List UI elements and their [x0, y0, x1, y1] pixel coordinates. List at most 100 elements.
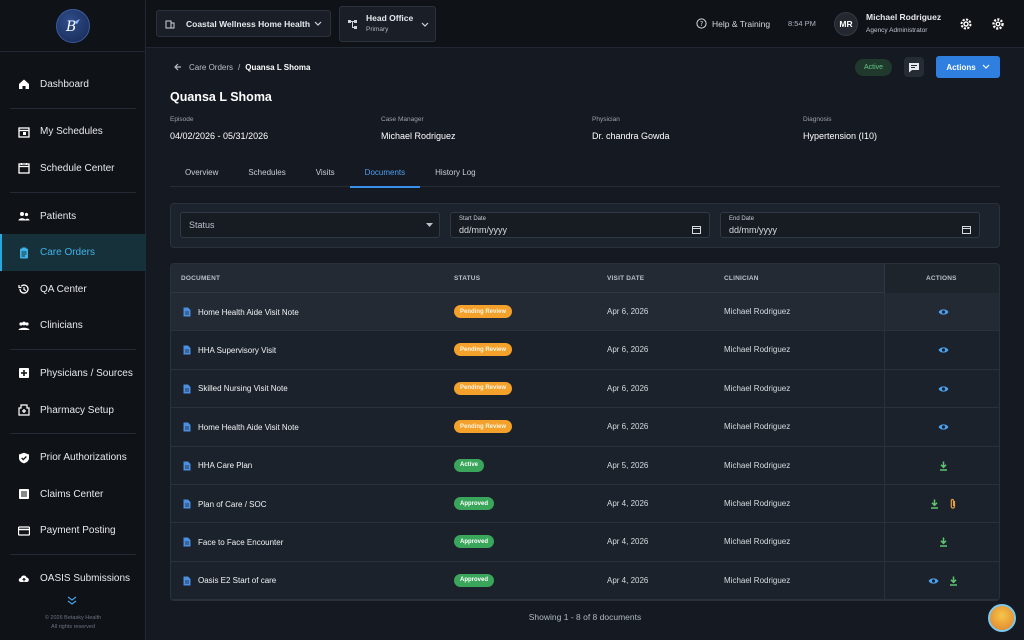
- sidebar-item-qa-center[interactable]: QA Center: [0, 271, 146, 308]
- row-actions: [884, 293, 999, 331]
- table-row[interactable]: Face to Face Encounter Approved Apr 4, 202…: [171, 523, 999, 562]
- clinician-cell: Michael Rodriguez: [724, 537, 791, 547]
- document-cell[interactable]: Home Health Aide Visit Note: [183, 422, 299, 432]
- sidebar-item-payment-posting[interactable]: Payment Posting: [0, 513, 146, 550]
- visit-date-cell: Apr 6, 2026: [607, 422, 649, 432]
- view-eye-icon[interactable]: [938, 346, 949, 354]
- status-select[interactable]: Status: [180, 212, 440, 238]
- dropdown-caret-icon: [426, 223, 433, 227]
- document-cell[interactable]: HHA Supervisory Visit: [183, 345, 276, 355]
- document-cell[interactable]: Face to Face Encounter: [183, 537, 283, 547]
- visit-date-cell: Apr 4, 2026: [607, 537, 649, 547]
- view-eye-icon[interactable]: [938, 385, 949, 393]
- status-pill: Pending Review: [454, 420, 513, 434]
- table-row[interactable]: Home Health Aide Visit Note Pending Revie…: [171, 293, 999, 332]
- svg-text:B: B: [65, 19, 76, 35]
- tab-documents[interactable]: Documents: [349, 158, 421, 188]
- document-cell[interactable]: Home Health Aide Visit Note: [183, 307, 299, 317]
- table-header: DOCUMENT STATUS VISIT DATE CLINICIAN ACT…: [171, 264, 999, 293]
- settings-gear-icon[interactable]: [990, 16, 1006, 32]
- view-eye-icon[interactable]: [928, 577, 939, 585]
- document-cell[interactable]: Plan of Care / SOC: [183, 499, 266, 509]
- start-date-label: Start Date: [459, 216, 487, 222]
- diagnosis-info: Diagnosis Hypertension (I10): [803, 116, 877, 141]
- document-file-icon: [183, 345, 191, 355]
- sidebar-item-my-schedules[interactable]: My Schedules: [0, 114, 146, 151]
- breadcrumb-parent-link[interactable]: Care Orders: [189, 63, 233, 72]
- table-row[interactable]: Oasis E2 Start of care Approved Apr 4, 202…: [171, 561, 999, 600]
- document-cell[interactable]: Oasis E2 Start of care: [183, 576, 276, 586]
- status-pill: Active: [454, 458, 485, 472]
- brand-logo[interactable]: B: [55, 8, 90, 43]
- clinician-cell: Michael Rodriguez: [724, 499, 791, 508]
- messages-button[interactable]: [904, 57, 924, 77]
- download-icon[interactable]: [949, 576, 958, 586]
- svg-text:?: ?: [700, 20, 704, 28]
- download-icon[interactable]: [939, 461, 948, 471]
- table-row[interactable]: Home Health Aide Visit Note Pending Revie…: [171, 408, 999, 447]
- sidebar-item-patients[interactable]: Patients: [0, 198, 146, 235]
- col-status[interactable]: STATUS: [454, 275, 480, 282]
- calendar-icon[interactable]: [692, 225, 701, 234]
- office-selector[interactable]: Head Office Primary: [339, 6, 436, 42]
- nav-divider: [10, 433, 136, 435]
- preferences-gear-icon[interactable]: [958, 16, 974, 32]
- clinician-cell: Michael Rodriguez: [724, 345, 791, 355]
- sidebar-expand-icon[interactable]: [66, 596, 78, 606]
- view-eye-icon[interactable]: [938, 423, 949, 431]
- col-document[interactable]: DOCUMENT: [181, 275, 220, 282]
- user-name: Michael Rodriguez: [866, 12, 942, 22]
- sidebar-item-label: Care Orders: [40, 247, 96, 259]
- sidebar-item-oasis-submissions[interactable]: OASIS Submissions: [0, 560, 146, 597]
- attachment-icon[interactable]: [949, 498, 957, 510]
- sidebar-item-clinicians[interactable]: Clinicians: [0, 308, 146, 345]
- actions-dropdown-button[interactable]: Actions: [936, 56, 1000, 78]
- clinician-cell: Michael Rodriguez: [724, 307, 791, 316]
- physician-value: Dr. chandra Gowda: [592, 131, 670, 141]
- document-name: Skilled Nursing Visit Note: [198, 384, 288, 394]
- nav-divider: [10, 191, 136, 193]
- sidebar-item-claims-center[interactable]: Claims Center: [0, 476, 146, 513]
- col-actions: ACTIONS: [926, 275, 957, 282]
- assistant-fab-button[interactable]: [988, 604, 1016, 632]
- sidebar-item-care-orders[interactable]: Care Orders: [0, 234, 146, 271]
- document-cell[interactable]: HHA Care Plan: [183, 461, 252, 471]
- filter-bar: Status Start Date dd/mm/yyyy End Date dd…: [170, 203, 1000, 248]
- pharmacy-icon: [18, 404, 30, 416]
- sidebar-item-dashboard[interactable]: Dashboard: [0, 66, 146, 103]
- download-icon[interactable]: [939, 537, 948, 548]
- sidebar-item-pharmacy-setup[interactable]: Pharmacy Setup: [0, 392, 146, 429]
- col-clinician[interactable]: CLINICIAN: [724, 275, 759, 282]
- sidebar-item-prior-authorizations[interactable]: Prior Authorizations: [0, 439, 146, 476]
- cloud-upload-icon: [18, 572, 30, 584]
- end-date-input[interactable]: End Date dd/mm/yyyy: [720, 212, 980, 238]
- users-icon: [18, 210, 30, 222]
- sidebar-item-schedule-center[interactable]: Schedule Center: [0, 150, 146, 187]
- view-eye-icon[interactable]: [938, 308, 949, 316]
- breadcrumb-current: Quansa L Shoma: [245, 62, 311, 72]
- start-date-input[interactable]: Start Date dd/mm/yyyy: [450, 212, 710, 238]
- tab-overview[interactable]: Overview: [170, 158, 233, 187]
- document-file-icon: [183, 422, 191, 432]
- status-placeholder: Status: [189, 220, 215, 230]
- physician-label: Physician: [592, 116, 620, 123]
- document-cell[interactable]: Skilled Nursing Visit Note: [183, 384, 288, 394]
- col-visit-date[interactable]: VISIT DATE: [607, 275, 644, 282]
- table-row[interactable]: HHA Care Plan Active Apr 5, 2026 Michael Ro…: [171, 446, 999, 485]
- help-training-link[interactable]: ? Help & Training: [696, 18, 770, 29]
- breadcrumb-separator: /: [238, 62, 241, 72]
- document-name: Plan of Care / SOC: [198, 499, 267, 509]
- tab-schedules[interactable]: Schedules: [233, 158, 300, 187]
- table-row[interactable]: Skilled Nursing Visit Note Pending Review…: [171, 369, 999, 409]
- tab-history-log[interactable]: History Log: [420, 158, 490, 187]
- tab-visits[interactable]: Visits: [301, 158, 350, 187]
- agency-selector[interactable]: Coastal Wellness Home Health: [156, 10, 331, 37]
- table-row[interactable]: Plan of Care / SOC Approved Apr 4, 2026 Mic…: [171, 485, 999, 524]
- page-title: Quansa L Shoma: [170, 90, 272, 104]
- table-row[interactable]: HHA Supervisory Visit Pending Review Apr 6…: [171, 331, 999, 370]
- calendar-icon[interactable]: [962, 225, 971, 234]
- back-arrow-icon[interactable]: [173, 62, 183, 72]
- sidebar-item-physicians-sources[interactable]: Physicians / Sources: [0, 355, 146, 392]
- download-icon[interactable]: [930, 499, 939, 509]
- user-avatar[interactable]: MR: [834, 12, 858, 36]
